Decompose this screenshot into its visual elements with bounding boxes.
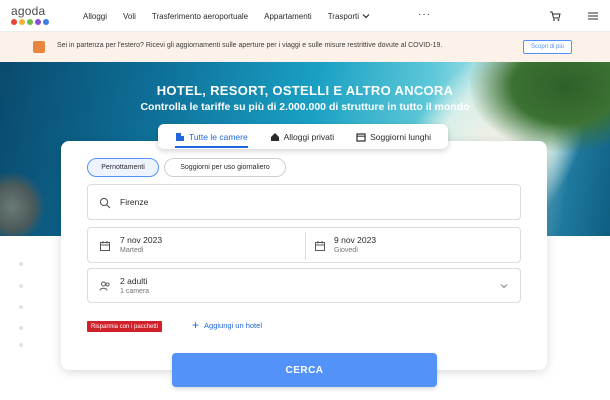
- nav-label: Alloggi: [83, 11, 108, 21]
- tab-long-stays[interactable]: Soggiorni lunghi: [356, 124, 431, 149]
- tab-label: Tutte le camere: [188, 131, 248, 142]
- logo-dot: [35, 19, 41, 25]
- calendar-icon: [315, 241, 325, 251]
- guests-field[interactable]: 2 adulti 1 camera: [87, 268, 521, 303]
- search-icon: [99, 197, 111, 209]
- add-hotel-button[interactable]: + Aggiungi un hotel: [192, 318, 262, 332]
- logo-text: agoda: [11, 4, 46, 18]
- nav-item-trasferimento[interactable]: Trasferimento aeroportuale: [152, 12, 248, 21]
- plus-icon: +: [192, 318, 200, 332]
- calendar-icon: [100, 241, 110, 251]
- tab-label: Soggiorni lunghi: [370, 131, 432, 142]
- nav-item-trasporti[interactable]: Trasporti: [328, 12, 370, 21]
- decorative-dot: [19, 343, 23, 347]
- tab-private-stays[interactable]: Alloggi privati: [270, 124, 335, 149]
- day-use-pill[interactable]: Soggiorni per uso giornaliero: [164, 158, 286, 177]
- notice-text: Sei in partenza per l'estero? Ricevi gli…: [57, 42, 443, 49]
- checkout-date[interactable]: 9 nov 2023: [334, 235, 376, 245]
- logo-dot: [43, 19, 49, 25]
- agoda-logo[interactable]: agoda: [11, 5, 53, 27]
- suitcase-icon: [33, 41, 45, 53]
- logo-dot: [19, 19, 25, 25]
- dates-field: 7 nov 2023 Martedì 9 nov 2023 Giovedì: [87, 227, 521, 263]
- guests-adults: 2 adulti: [120, 276, 148, 286]
- covid-notice-bar: Sei in partenza per l'estero? Ricevi gli…: [0, 32, 610, 62]
- accommodation-tabs: Tutte le camere Alloggi privati Soggiorn…: [158, 124, 448, 149]
- date-divider: [305, 232, 306, 260]
- search-button[interactable]: CERCA: [172, 353, 437, 387]
- nav-label: Voli: [123, 11, 136, 21]
- decorative-dot: [19, 262, 23, 266]
- main-nav: Alloggi Voli Trasferimento aeroportuale …: [83, 0, 386, 32]
- nav-item-alloggi[interactable]: Alloggi: [83, 12, 107, 21]
- destination-value: Firenze: [120, 197, 149, 207]
- nav-item-appartamenti[interactable]: Appartamenti: [264, 12, 312, 21]
- guests-rooms: 1 camera: [120, 288, 150, 295]
- decorative-dot: [19, 284, 23, 288]
- top-navigation-bar: agoda Alloggi Voli Trasferimento aeropor…: [0, 0, 610, 32]
- rock-image-area: [0, 172, 45, 236]
- package-deal-badge: Risparmia con i pacchetti: [87, 321, 163, 332]
- hero-subtitle: Controlla le tariffe su più di 2.000.000…: [140, 101, 470, 113]
- hero-title: HOTEL, RESORT, OSTELLI E ALTRO ANCORA: [156, 83, 454, 98]
- tab-all-rooms[interactable]: Tutte le camere: [174, 124, 248, 149]
- tab-label: Alloggi privati: [283, 131, 335, 142]
- chevron-down-icon: [500, 284, 508, 289]
- checkout-day: Giovedì: [334, 247, 359, 254]
- destination-field[interactable]: Firenze: [87, 184, 521, 220]
- nav-label: Trasporti: [327, 11, 359, 21]
- nav-label: Trasferimento aeroportuale: [151, 11, 249, 21]
- nav-label: Appartamenti: [264, 11, 312, 21]
- pernottamenti-pill[interactable]: Pernottamenti: [87, 158, 159, 177]
- learn-more-button[interactable]: Scopri di più: [523, 40, 572, 54]
- decorative-dot: [19, 326, 23, 330]
- cart-icon[interactable]: [549, 10, 561, 22]
- hamburger-menu-icon[interactable]: [587, 10, 599, 22]
- logo-dots: [11, 19, 53, 25]
- nav-item-voli[interactable]: Voli: [123, 12, 136, 21]
- logo-dot: [27, 19, 33, 25]
- checkin-day: Martedì: [120, 247, 144, 254]
- logo-dot: [11, 19, 17, 25]
- chevron-down-icon: [362, 14, 370, 19]
- house-icon: [270, 132, 279, 141]
- add-hotel-label: Aggiungi un hotel: [204, 320, 262, 330]
- search-card: Pernottamenti Soggiorni per uso giornali…: [61, 141, 547, 370]
- building-icon: [175, 132, 184, 141]
- decorative-dot: [19, 305, 23, 309]
- guests-icon: [99, 281, 110, 291]
- calendar-icon: [356, 132, 366, 142]
- checkin-date[interactable]: 7 nov 2023: [120, 235, 162, 245]
- more-menu-button[interactable]: ···: [418, 9, 431, 20]
